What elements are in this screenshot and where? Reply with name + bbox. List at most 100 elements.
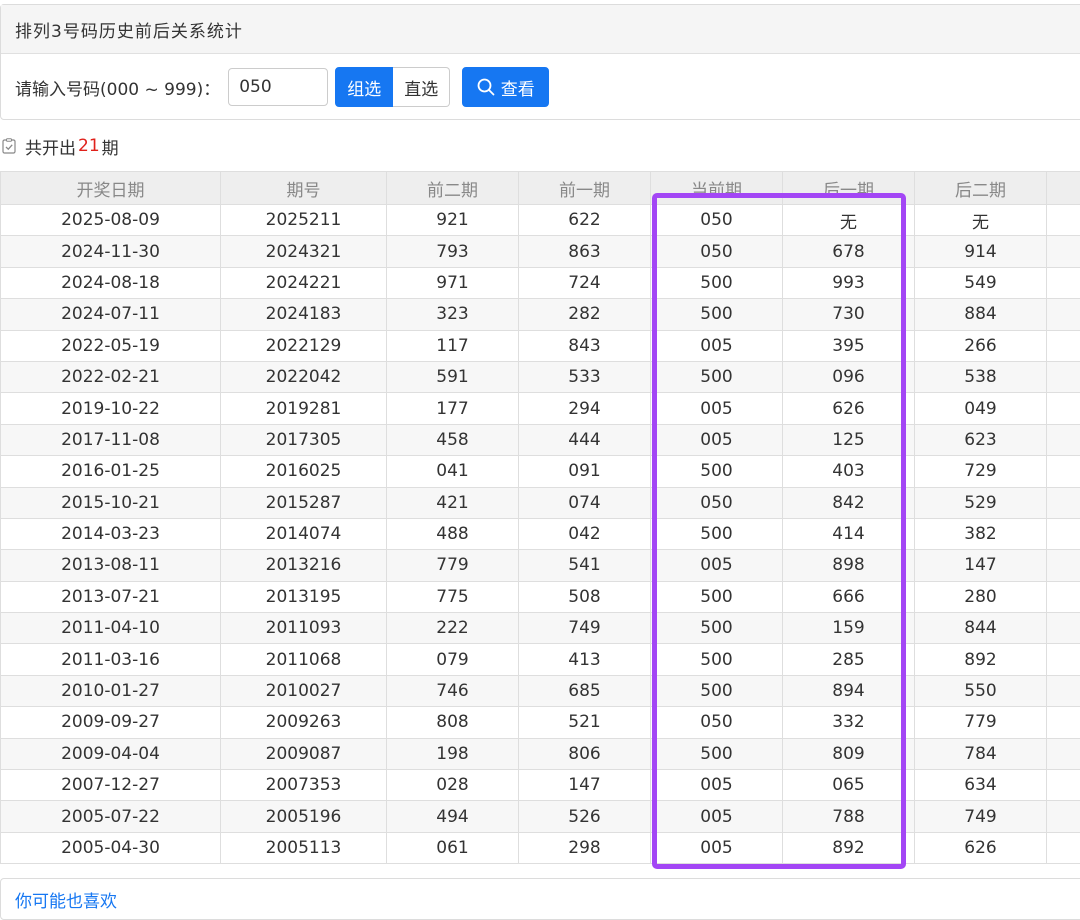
checklist-icon	[2, 138, 17, 154]
cell-extra	[1047, 267, 1080, 298]
cell-prev1: 622	[519, 205, 651, 236]
table-row: 2022-05-192022129117843005395266	[1, 330, 1080, 361]
cell-next2: 623	[915, 424, 1047, 455]
cell-date: 2024-08-18	[1, 267, 221, 298]
cell-extra	[1047, 581, 1080, 612]
cell-prev2: 793	[387, 236, 519, 267]
cell-prev1: 863	[519, 236, 651, 267]
cell-extra	[1047, 832, 1080, 863]
cell-next2: 914	[915, 236, 1047, 267]
cell-next1: 无	[783, 205, 915, 236]
cell-date: 2024-11-30	[1, 236, 221, 267]
table-row: 2019-10-222019281177294005626049	[1, 393, 1080, 424]
cell-next2: 538	[915, 361, 1047, 392]
cell-current: 500	[651, 456, 783, 487]
mode-toggle: 组选 直选	[335, 67, 450, 107]
table-row: 2009-04-042009087198806500809784	[1, 738, 1080, 769]
cell-current: 005	[651, 424, 783, 455]
cell-prev2: 028	[387, 770, 519, 801]
cell-current: 050	[651, 707, 783, 738]
cell-next1: 788	[783, 801, 915, 832]
cell-current: 500	[651, 675, 783, 706]
cell-next1: 125	[783, 424, 915, 455]
cell-next2: 884	[915, 299, 1047, 330]
table-row: 2025-08-092025211921622050无无	[1, 205, 1080, 236]
cell-current: 005	[651, 330, 783, 361]
cell-prev1: 724	[519, 267, 651, 298]
table-row: 2024-11-302024321793863050678914	[1, 236, 1080, 267]
col-header-extra	[1047, 172, 1080, 205]
col-header-prev1: 前一期	[519, 172, 651, 205]
cell-extra	[1047, 550, 1080, 581]
result-summary: 共开出 21 期	[2, 134, 119, 158]
cell-issue: 2011068	[221, 644, 387, 675]
cell-next1: 993	[783, 267, 915, 298]
cell-prev1: 294	[519, 393, 651, 424]
cell-prev2: 222	[387, 613, 519, 644]
cell-prev1: 843	[519, 330, 651, 361]
cell-next2: 779	[915, 707, 1047, 738]
cell-date: 2007-12-27	[1, 770, 221, 801]
cell-extra	[1047, 205, 1080, 236]
cell-date: 2022-05-19	[1, 330, 221, 361]
cell-prev2: 177	[387, 393, 519, 424]
cell-extra	[1047, 613, 1080, 644]
cell-prev2: 746	[387, 675, 519, 706]
panel-title: 排列3号码历史前后关系统计	[1, 5, 1080, 54]
cell-prev2: 921	[387, 205, 519, 236]
recommend-panel: 你可能也喜欢	[0, 878, 1080, 920]
query-panel: 排列3号码历史前后关系统计 请输入号码(000 ~ 999)： 组选 直选 查看	[0, 4, 1080, 120]
table-row: 2022-02-212022042591533500096538	[1, 361, 1080, 392]
cell-prev2: 061	[387, 832, 519, 863]
cell-prev2: 775	[387, 581, 519, 612]
history-table: 开奖日期 期号 前二期 前一期 当前期 后一期 后二期 2025-08-0920…	[0, 171, 1080, 864]
col-header-issue: 期号	[221, 172, 387, 205]
cell-date: 2017-11-08	[1, 424, 221, 455]
cell-next1: 159	[783, 613, 915, 644]
cell-extra	[1047, 738, 1080, 769]
cell-issue: 2016025	[221, 456, 387, 487]
table-row: 2017-11-082017305458444005125623	[1, 424, 1080, 455]
direct-select-button[interactable]: 直选	[393, 67, 450, 107]
cell-extra	[1047, 770, 1080, 801]
cell-next1: 898	[783, 550, 915, 581]
cell-next2: 626	[915, 832, 1047, 863]
cell-issue: 2024183	[221, 299, 387, 330]
cell-prev1: 074	[519, 487, 651, 518]
cell-next1: 403	[783, 456, 915, 487]
cell-extra	[1047, 236, 1080, 267]
cell-prev1: 806	[519, 738, 651, 769]
table-row: 2013-08-112013216779541005898147	[1, 550, 1080, 581]
cell-issue: 2013216	[221, 550, 387, 581]
cell-issue: 2009087	[221, 738, 387, 769]
cell-extra	[1047, 424, 1080, 455]
table-row: 2005-07-222005196494526005788749	[1, 801, 1080, 832]
cell-prev1: 413	[519, 644, 651, 675]
cell-extra	[1047, 330, 1080, 361]
cell-extra	[1047, 707, 1080, 738]
table-header-row: 开奖日期 期号 前二期 前一期 当前期 后一期 后二期	[1, 172, 1080, 205]
cell-date: 2015-10-21	[1, 487, 221, 518]
number-input[interactable]	[228, 68, 328, 106]
view-button[interactable]: 查看	[462, 67, 549, 107]
cell-prev1: 521	[519, 707, 651, 738]
draw-count: 21	[78, 136, 100, 156]
cell-prev2: 198	[387, 738, 519, 769]
cell-prev2: 808	[387, 707, 519, 738]
cell-date: 2022-02-21	[1, 361, 221, 392]
cell-prev2: 041	[387, 456, 519, 487]
cell-prev1: 444	[519, 424, 651, 455]
cell-next2: 382	[915, 518, 1047, 549]
cell-current: 500	[651, 613, 783, 644]
cell-prev2: 458	[387, 424, 519, 455]
cell-next1: 842	[783, 487, 915, 518]
cell-current: 500	[651, 361, 783, 392]
cell-issue: 2025211	[221, 205, 387, 236]
cell-prev2: 779	[387, 550, 519, 581]
cell-current: 005	[651, 393, 783, 424]
cell-next2: 634	[915, 770, 1047, 801]
cell-date: 2009-04-04	[1, 738, 221, 769]
cell-next2: 280	[915, 581, 1047, 612]
group-select-button[interactable]: 组选	[335, 67, 393, 107]
cell-date: 2011-03-16	[1, 644, 221, 675]
